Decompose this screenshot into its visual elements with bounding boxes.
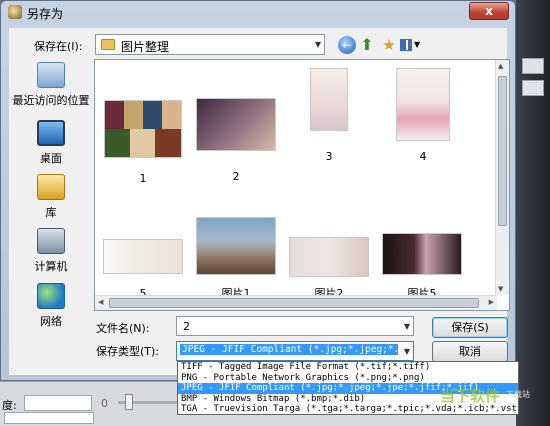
chevron-down-icon[interactable]: ▼ [315, 40, 321, 49]
window-title: 另存为 [27, 7, 64, 21]
view-menu-button[interactable]: ▼ [400, 36, 422, 54]
place-label: 库 [45, 206, 57, 219]
file-type-option[interactable]: TIFF - Tagged Image File Format (*.tif;*… [178, 362, 518, 373]
file-name: 4 [419, 150, 427, 163]
back-button[interactable]: ← [338, 36, 356, 54]
file-item[interactable]: 图片1 [195, 217, 277, 301]
file-thumbnail [382, 233, 462, 275]
horizontal-scrollbar[interactable]: ◀ ▶ [95, 295, 497, 310]
recent-places-icon [37, 62, 65, 88]
watermark-text: 当下软件 [440, 387, 501, 405]
new-folder-button[interactable]: ★ [380, 36, 398, 54]
file-item[interactable]: 5 [103, 239, 183, 300]
scroll-down-icon[interactable]: ▼ [498, 285, 503, 293]
file-name: 2 [232, 170, 240, 183]
file-name-input[interactable]: 2 ▼ [176, 316, 414, 336]
place-computer[interactable]: 计算机 [10, 228, 92, 274]
close-button[interactable]: x [469, 2, 509, 20]
background-button [522, 58, 544, 74]
file-type-label: 保存类型(T): [96, 345, 160, 358]
view-grid-icon [400, 39, 412, 51]
chevron-down-icon[interactable]: ▼ [404, 322, 410, 331]
file-thumbnail [196, 217, 276, 275]
desktop-icon [37, 120, 65, 146]
file-item[interactable]: 图片5 [381, 233, 463, 301]
file-thumbnail [196, 98, 276, 151]
network-icon [37, 283, 65, 309]
file-item[interactable]: 2 [195, 98, 277, 183]
file-thumbnail [103, 239, 183, 274]
file-name: 3 [325, 150, 333, 163]
file-item[interactable]: 3 [305, 68, 353, 163]
place-label: 网络 [40, 315, 62, 328]
save-in-value: 图片整理 [121, 40, 170, 54]
file-thumbnail [104, 100, 182, 158]
scroll-thumb[interactable] [498, 76, 507, 226]
title-bar[interactable]: 另存为 x [1, 1, 515, 25]
cancel-button[interactable]: 取消 [432, 341, 508, 362]
background-setting-label: 度: [2, 399, 17, 412]
library-icon [37, 174, 65, 200]
vertical-scrollbar[interactable]: ▲ ▼ [495, 60, 509, 295]
file-item[interactable]: 4 [395, 68, 451, 163]
file-list[interactable]: 1 2 3 4 5 图片1 图片2 图片5 ▲ ▼ ◀ ▶ [94, 59, 510, 311]
background-spin-field [24, 395, 92, 411]
scroll-left-icon[interactable]: ◀ [98, 298, 103, 306]
file-item[interactable]: 图片2 [288, 237, 370, 301]
scroll-right-icon[interactable]: ▶ [489, 298, 494, 306]
chevron-down-icon[interactable]: ▼ [404, 347, 410, 356]
folder-icon [101, 39, 115, 50]
place-label: 计算机 [34, 260, 68, 273]
file-item[interactable]: 1 [103, 100, 183, 185]
scroll-up-icon[interactable]: ▲ [498, 62, 503, 70]
app-icon [8, 5, 22, 19]
file-type-option[interactable]: PNG - Portable Network Graphics (*.png;*… [178, 373, 518, 384]
watermark-subtext: 下载站 [506, 390, 530, 399]
file-name-label: 文件名(N): [96, 322, 150, 335]
file-name: 1 [139, 172, 147, 185]
background-field [4, 412, 94, 424]
background-app-panel [516, 0, 550, 426]
place-library[interactable]: 库 [10, 174, 92, 220]
background-button [522, 80, 544, 96]
file-thumbnail [289, 237, 369, 277]
computer-icon [37, 228, 65, 254]
file-thumbnail [396, 68, 450, 141]
chevron-down-icon: ▼ [414, 40, 421, 49]
background-slider-knob [125, 394, 133, 410]
scroll-thumb[interactable] [109, 298, 479, 308]
place-label: 桌面 [40, 152, 62, 165]
save-in-label: 保存在(I): [34, 40, 83, 53]
place-label: 最近访问的位置 [12, 94, 90, 107]
background-value: 0 [101, 397, 108, 410]
file-name-value: 2 [183, 320, 190, 333]
save-button[interactable]: 保存(S) [432, 317, 508, 338]
file-type-value: JPEG - JFIF Compliant (*.jpg;*.jpeg;*.jp… [180, 344, 398, 355]
place-recent[interactable]: 最近访问的位置 [10, 62, 92, 108]
save-in-combobox[interactable]: 图片整理 ▼ [95, 34, 325, 55]
place-desktop[interactable]: 桌面 [10, 120, 92, 166]
up-folder-button[interactable]: ⬆ [358, 36, 376, 54]
place-network[interactable]: 网络 [10, 283, 92, 329]
file-thumbnail [310, 68, 348, 131]
file-type-select[interactable]: JPEG - JFIF Compliant (*.jpg;*.jpeg;*.jp… [176, 341, 414, 361]
